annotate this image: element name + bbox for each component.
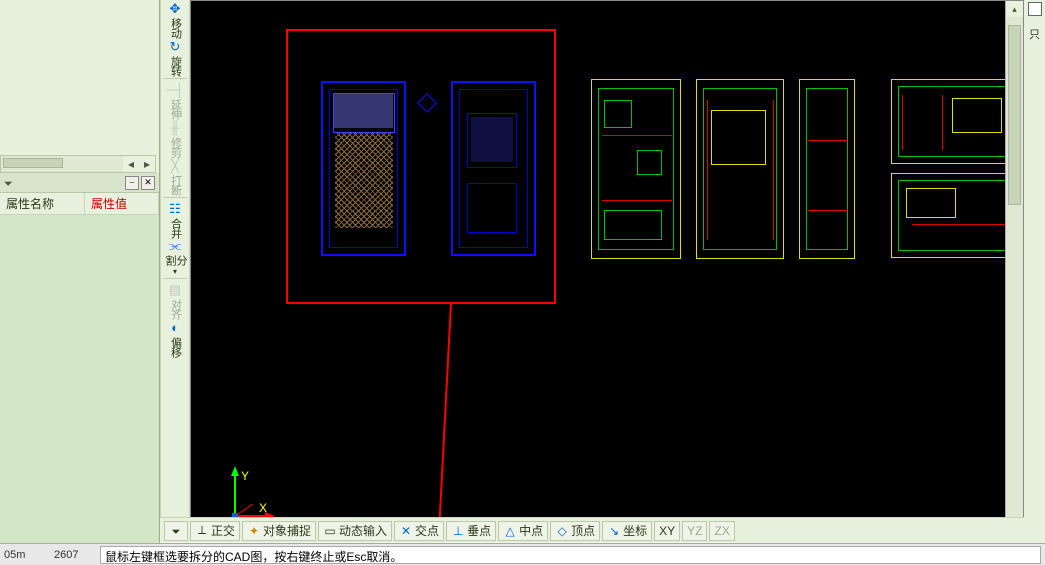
offset-icon: ◐ bbox=[167, 320, 183, 336]
svg-text:Y: Y bbox=[241, 469, 249, 483]
right-label: 只 bbox=[1029, 26, 1040, 42]
ortho-icon: ⟂ bbox=[195, 524, 209, 538]
int-icon: ✕ bbox=[399, 524, 413, 538]
tool-extend: ─┤延伸 bbox=[161, 81, 189, 119]
tool-label: 对齐 bbox=[170, 299, 181, 319]
dyn-toggle[interactable]: ▭动态输入 bbox=[318, 521, 392, 541]
drawing-canvas[interactable]: Y X ▴ ▾ ◂ ▸ bbox=[190, 0, 1024, 565]
tool-label: 移动 bbox=[170, 18, 181, 38]
edit-toolbar: ✥移动↻旋转 ─┤延伸╫修剪╳打断 ☷合并⫘分割▾ ▤对齐◐偏移 bbox=[160, 0, 190, 565]
tool-move[interactable]: ✥移动 bbox=[161, 0, 189, 38]
tool-merge[interactable]: ☷合并 bbox=[161, 200, 189, 238]
tool-offset[interactable]: ◐偏移 bbox=[161, 319, 189, 357]
zx-plane[interactable]: ZX bbox=[709, 521, 734, 541]
coord-readout-1: 05m bbox=[0, 549, 50, 561]
properties-panel: ◂ ▸ 🞃 ⎯ ✕ 属性名称 属性值 bbox=[0, 0, 160, 565]
caret-icon: 🞃 bbox=[169, 524, 183, 538]
extend-icon: ─┤ bbox=[167, 82, 183, 98]
property-body[interactable] bbox=[0, 215, 159, 565]
break-icon: ╳ bbox=[167, 158, 183, 174]
ucs-icon: Y X bbox=[225, 466, 275, 521]
drawing-block-5 bbox=[799, 79, 855, 259]
apex-toggle[interactable]: ◇顶点 bbox=[550, 521, 600, 541]
command-bar: 05m 2607 鼠标左键框选要拆分的CAD图，按右键终止或Esc取消。 bbox=[0, 543, 1045, 565]
command-input[interactable]: 鼠标左键框选要拆分的CAD图，按右键终止或Esc取消。 bbox=[100, 546, 1041, 564]
osnap-icon: ✦ bbox=[247, 524, 261, 538]
scroll-right-icon[interactable]: ▸ bbox=[139, 156, 155, 172]
right-strip: 只 bbox=[1024, 0, 1045, 565]
move-icon: ✥ bbox=[167, 1, 183, 17]
tool-split[interactable]: ⫘分割▾ bbox=[161, 238, 189, 276]
right-checkbox[interactable] bbox=[1028, 2, 1042, 16]
properties-header: 🞃 ⎯ ✕ bbox=[0, 173, 159, 193]
property-columns: 属性名称 属性值 bbox=[0, 193, 159, 215]
col-value: 属性值 bbox=[85, 193, 159, 214]
tool-break: ╳打断 bbox=[161, 157, 189, 195]
ortho-toggle[interactable]: ⟂正交 bbox=[190, 521, 240, 541]
mid-toggle[interactable]: △中点 bbox=[498, 521, 548, 541]
tool-label: 偏移 bbox=[170, 337, 181, 357]
osnap-toggle[interactable]: ✦对象捕捉 bbox=[242, 521, 316, 541]
scroll-left-icon[interactable]: ◂ bbox=[123, 156, 139, 172]
panel-pin-button[interactable]: ⎯ bbox=[125, 176, 139, 190]
annotation-arrow bbox=[437, 303, 452, 543]
tool-trim: ╫修剪 bbox=[161, 119, 189, 157]
tool-rotate[interactable]: ↻旋转 bbox=[161, 38, 189, 76]
merge-icon: ☷ bbox=[167, 201, 183, 217]
col-name: 属性名称 bbox=[0, 193, 85, 214]
tool-label: 延伸 bbox=[170, 99, 181, 119]
floorplan-1 bbox=[321, 81, 406, 256]
dropdown-icon: ▾ bbox=[173, 267, 177, 276]
main-area: Y X ▴ ▾ ◂ ▸ bbox=[190, 0, 1024, 565]
rotate-icon: ↻ bbox=[167, 39, 183, 55]
tool-label: 合并 bbox=[170, 218, 181, 238]
coord-icon: ↘ bbox=[607, 524, 621, 538]
snap-bar: 🞃 ⟂正交 ✦对象捕捉 ▭动态输入 ✕交点 ⊥垂点 △中点 ◇顶点 ↘坐标 XY… bbox=[160, 517, 1024, 543]
split-icon: ⫘ bbox=[167, 238, 183, 254]
tool-label: 修剪 bbox=[170, 137, 181, 157]
tool-label: 打断 bbox=[170, 175, 181, 195]
tool-align: ▤对齐 bbox=[161, 281, 189, 319]
snap-caret[interactable]: 🞃 bbox=[164, 521, 188, 541]
scroll-up-icon[interactable]: ▴ bbox=[1006, 1, 1023, 17]
mid-icon: △ bbox=[503, 524, 517, 538]
drawing-block-3 bbox=[591, 79, 681, 259]
int-toggle[interactable]: ✕交点 bbox=[394, 521, 444, 541]
yz-plane[interactable]: YZ bbox=[682, 521, 707, 541]
tool-label: 旋转 bbox=[170, 56, 181, 76]
drawing-block-4 bbox=[696, 79, 784, 259]
panel-caret-icon[interactable]: 🞃 bbox=[4, 175, 12, 190]
trim-icon: ╫ bbox=[167, 120, 183, 136]
tool-label: 分割 bbox=[164, 255, 186, 266]
apex-icon: ◇ bbox=[555, 524, 569, 538]
canvas-vscroll[interactable]: ▴ ▾ bbox=[1005, 1, 1023, 546]
align-icon: ▤ bbox=[167, 282, 183, 298]
floorplan-2 bbox=[451, 81, 536, 256]
coord-toggle[interactable]: ↘坐标 bbox=[602, 521, 652, 541]
perp-icon: ⊥ bbox=[451, 524, 465, 538]
svg-text:X: X bbox=[259, 501, 267, 515]
xy-plane[interactable]: XY bbox=[654, 521, 680, 541]
panel-close-button[interactable]: ✕ bbox=[141, 176, 155, 190]
coord-readout-2: 2607 bbox=[50, 549, 100, 561]
panel-upper-area: ◂ ▸ bbox=[0, 0, 159, 173]
dyn-icon: ▭ bbox=[323, 524, 337, 538]
upper-hscroll[interactable]: ◂ ▸ bbox=[0, 155, 156, 173]
perp-toggle[interactable]: ⊥垂点 bbox=[446, 521, 496, 541]
